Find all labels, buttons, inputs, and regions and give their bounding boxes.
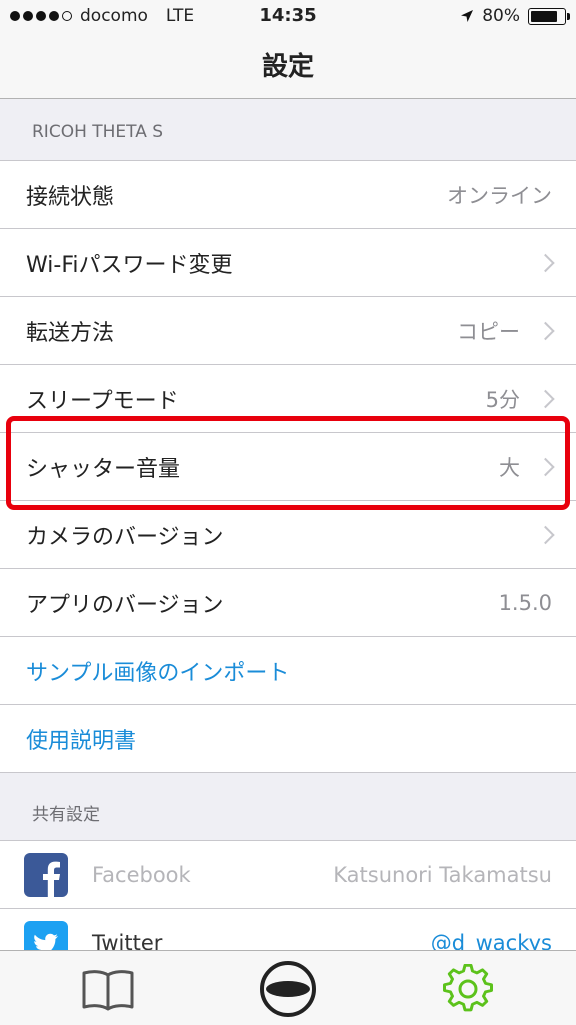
row-app-version: アプリのバージョン 1.5.0 (0, 569, 576, 637)
row-import-sample-images[interactable]: サンプル画像のインポート (0, 637, 576, 705)
settings-gear-icon (443, 964, 493, 1012)
row-label: 接続状態 (26, 184, 115, 210)
social-service-name: Facebook (92, 862, 191, 887)
row-label: カメラのバージョン (26, 524, 224, 550)
tab-camera[interactable] (258, 961, 318, 1017)
social-account-name: Katsunori Takamatsu (333, 862, 552, 887)
row-label: サンプル画像のインポート (26, 660, 290, 686)
row-label: 転送方法 (26, 320, 115, 346)
row-label: シャッター音量 (26, 456, 181, 482)
row-wifi-password[interactable]: Wi-Fiパスワード変更 (0, 229, 576, 297)
row-value: オンライン (447, 183, 552, 208)
row-transfer-method[interactable]: 転送方法 コピー (0, 297, 576, 365)
tab-settings[interactable] (438, 961, 498, 1017)
row-facebook[interactable]: Facebook Katsunori Takamatsu (0, 841, 576, 909)
row-camera-version[interactable]: カメラのバージョン (0, 501, 576, 569)
chevron-right-icon (536, 253, 555, 272)
camera-settings-group: 接続状態 オンライン Wi-Fiパスワード変更 転送方法 コピー スリープモード… (0, 160, 576, 773)
row-label: Wi-Fiパスワード変更 (26, 252, 233, 278)
tab-manual[interactable] (78, 961, 138, 1017)
row-shutter-volume[interactable]: シャッター音量 大 (0, 433, 576, 501)
row-user-manual[interactable]: 使用説明書 (0, 705, 576, 772)
row-label: 使用説明書 (26, 728, 137, 754)
battery-icon (528, 7, 570, 25)
row-sleep-mode[interactable]: スリープモード 5分 (0, 365, 576, 433)
row-value: コピー (457, 319, 520, 344)
tab-bar (0, 950, 576, 1025)
chevron-right-icon (536, 321, 555, 340)
row-label: アプリのバージョン (26, 592, 224, 618)
book-icon (82, 970, 134, 1011)
chevron-right-icon (536, 525, 555, 544)
row-label: スリープモード (26, 388, 179, 414)
row-value: 5分 (485, 387, 520, 412)
facebook-logo-icon (24, 852, 68, 897)
page-title: 設定 (261, 52, 314, 82)
location-arrow-icon (461, 10, 474, 22)
camera-icon (260, 961, 316, 1017)
chevron-right-icon (536, 389, 555, 408)
row-value: 1.5.0 (498, 590, 552, 615)
navigation-bar: 設定 (0, 34, 576, 99)
status-bar: docomo LTE 14:35 80% (0, 0, 576, 34)
battery-percent: 80% (482, 6, 520, 26)
row-connection-status: 接続状態 オンライン (0, 161, 576, 229)
chevron-right-icon (536, 457, 555, 476)
row-value: 大 (499, 455, 520, 480)
